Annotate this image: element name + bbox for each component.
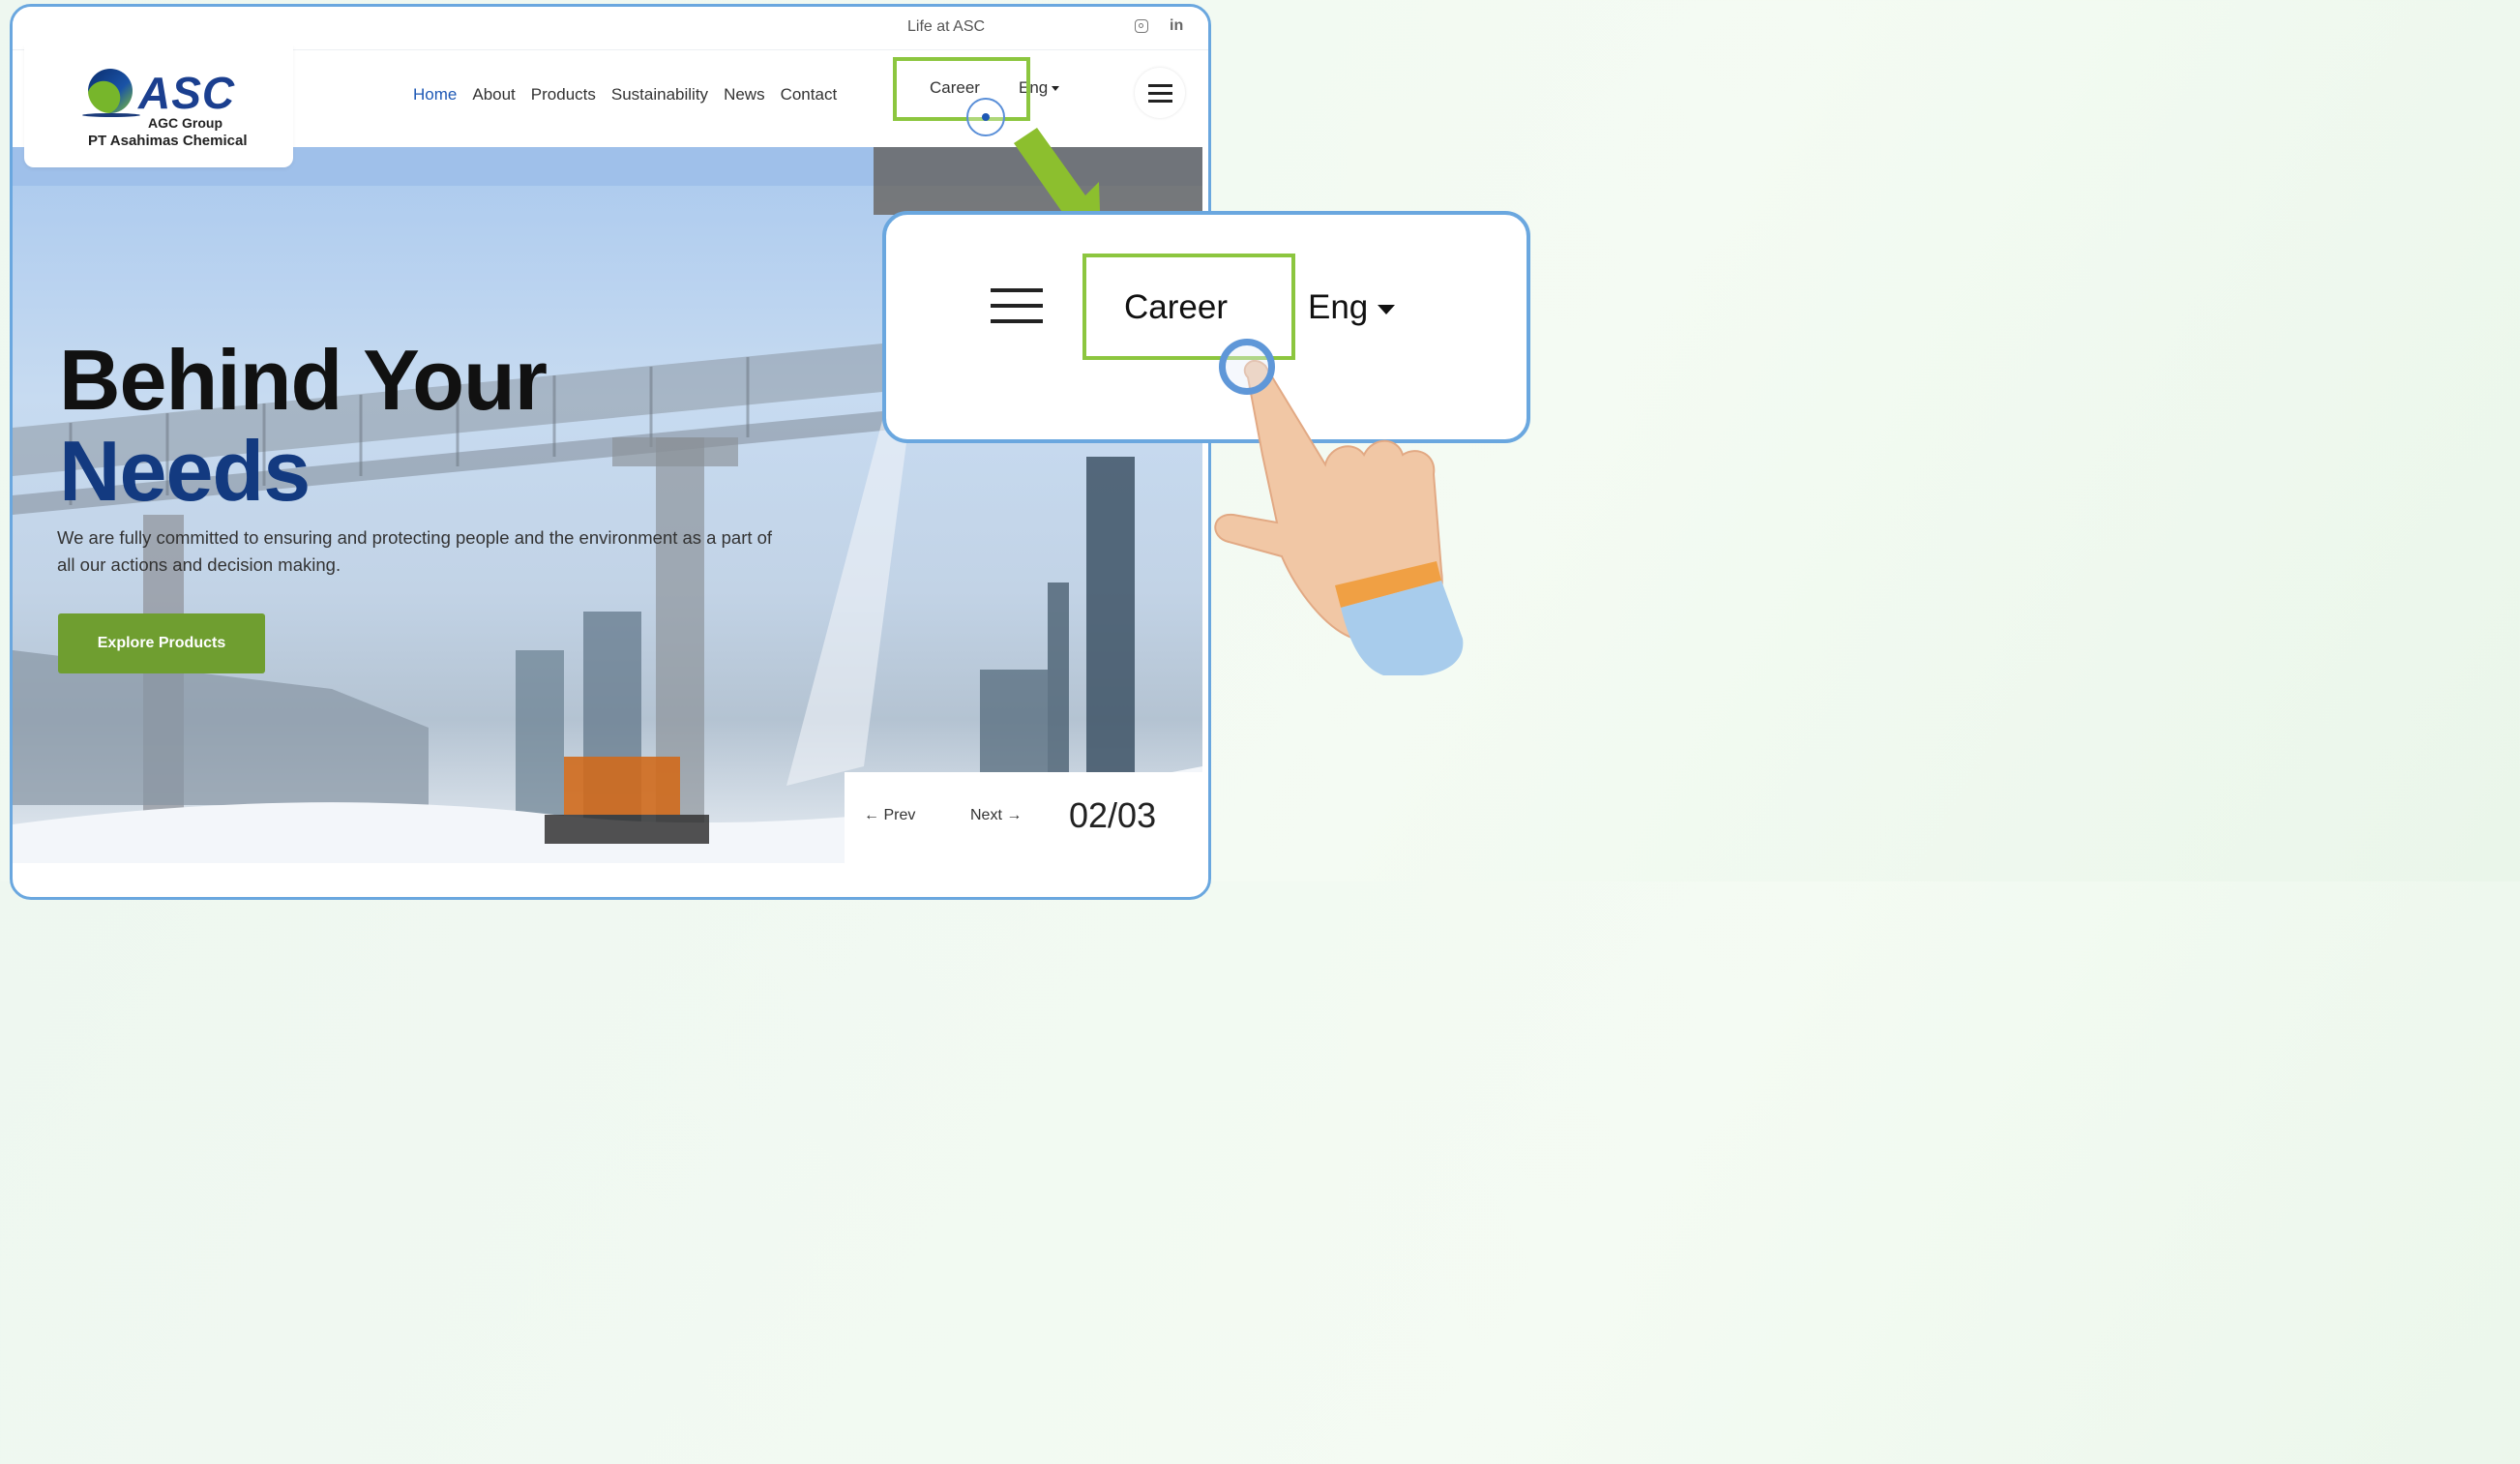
hero-description: We are fully committed to ensuring and p…: [57, 527, 773, 575]
career-highlight-box: [893, 57, 1030, 121]
linkedin-icon[interactable]: in: [1170, 17, 1183, 35]
arrow-left-icon: ←: [864, 807, 879, 823]
language-selector-zoomed[interactable]: Eng: [1308, 288, 1396, 327]
explore-products-button[interactable]: Explore Products: [58, 613, 265, 673]
arrow-right-icon: →: [1006, 807, 1023, 823]
hand-pointer-icon: [1214, 359, 1464, 675]
caret-down-icon: [1052, 86, 1060, 92]
prev-button[interactable]: ← Prev: [864, 807, 915, 824]
slider-controls: ← Prev Next → 02/03: [845, 772, 1202, 863]
nav-item-contact[interactable]: Contact: [781, 85, 838, 105]
logo-group-label: AGC Group: [148, 115, 222, 131]
logo-globe-icon: [88, 69, 133, 113]
next-button[interactable]: Next →: [970, 807, 1022, 824]
hamburger-icon: [1148, 84, 1172, 87]
logo[interactable]: ASC AGC Group PT Asahimas Chemical: [24, 45, 293, 167]
nav-item-news[interactable]: News: [724, 85, 765, 105]
tap-indicator-zoomed: [1219, 339, 1275, 395]
nav-item-sustainability[interactable]: Sustainability: [611, 85, 708, 105]
hero-title-line2: Needs: [59, 423, 311, 519]
nav-links: Home About Products Sustainability News …: [413, 85, 837, 105]
tap-indicator: [966, 98, 1005, 136]
logo-wordmark: ASC: [138, 68, 236, 118]
life-at-asc-link[interactable]: Life at ASC: [907, 18, 985, 36]
menu-button[interactable]: [1135, 68, 1185, 118]
logo-company-label: PT Asahimas Chemical: [88, 133, 248, 149]
hero-title-line1: Behind Your: [59, 332, 548, 428]
nav-item-about[interactable]: About: [472, 85, 515, 105]
slide-counter: 02/03: [1069, 795, 1157, 835]
caret-down-icon: [1378, 304, 1396, 314]
instagram-icon[interactable]: [1135, 19, 1148, 33]
nav-item-home[interactable]: Home: [413, 85, 457, 105]
nav-item-products[interactable]: Products: [531, 85, 596, 105]
top-utility-bar: Life at ASC in: [13, 7, 1208, 50]
